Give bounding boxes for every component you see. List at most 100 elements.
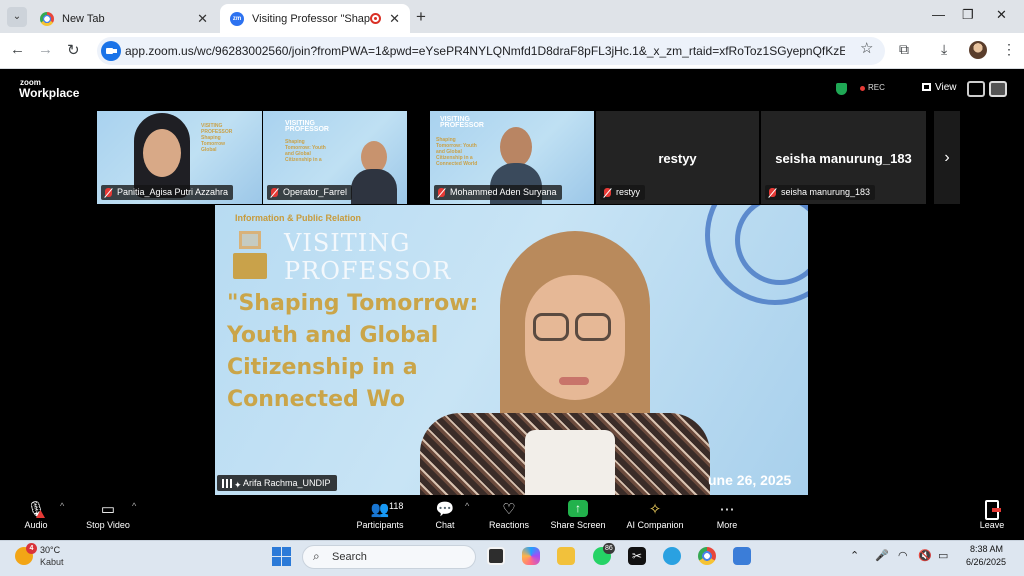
speaker-shirt — [525, 430, 615, 495]
wifi-icon[interactable]: ◠ — [898, 549, 908, 562]
mic-muted-icon — [604, 188, 611, 197]
participant-face — [500, 127, 532, 167]
recording-dot-icon — [860, 86, 865, 91]
active-speaker-name-tag: ✦ Arifa Rachma_UNDIP — [217, 475, 337, 491]
participant-tile[interactable]: VISITING PROFESSOR Shaping Tomorrow: Youth… — [430, 111, 594, 204]
capcut-icon[interactable]: ✂ — [628, 547, 646, 565]
download-icon[interactable]: ⤓ — [941, 41, 947, 58]
fullscreen-icon[interactable] — [989, 81, 1007, 97]
participant-display-name: restyy — [658, 151, 697, 166]
profile-avatar[interactable] — [969, 41, 987, 59]
clock-time[interactable]: 8:38 AM — [970, 544, 1003, 554]
participant-name-tag: seisha manurung_183 — [765, 185, 876, 200]
speaker-glasses — [533, 313, 569, 341]
sparkle-icon: ✧ — [648, 501, 662, 518]
chat-options-caret[interactable]: ^ — [465, 501, 469, 511]
show-hidden-icons-icon[interactable]: ⌃ — [850, 549, 859, 562]
participant-face — [143, 129, 181, 177]
taskbar-search[interactable]: ⌕ Search — [302, 545, 476, 569]
forward-icon[interactable]: → — [38, 41, 53, 58]
chrome-icon — [40, 11, 54, 26]
tab-close-icon[interactable]: ✕ — [389, 11, 400, 27]
pin-icon: ✦ — [234, 480, 242, 490]
recording-label[interactable]: REC — [868, 83, 885, 92]
participant-display-name: seisha manurung_183 — [775, 151, 912, 166]
window-close-icon[interactable]: ✕ — [996, 7, 1007, 23]
microphone-icon[interactable]: 🎤 — [875, 549, 889, 562]
tab-title: Visiting Professor "Shaping — [252, 12, 371, 25]
weather-condition[interactable]: Kabut — [40, 557, 64, 567]
windows-start-icon[interactable] — [272, 547, 291, 566]
audio-options-caret[interactable]: ^ — [60, 501, 64, 511]
telegram-icon[interactable] — [663, 547, 681, 565]
battery-icon[interactable]: ▭ — [938, 549, 948, 562]
mic-muted-icon — [438, 188, 445, 197]
zoom-favicon-icon: zm — [230, 11, 244, 26]
tab-new-tab[interactable]: New Tab ✕ — [30, 4, 218, 33]
zoom-logo-subtitle: Workplace — [19, 86, 80, 100]
view-button[interactable]: View — [935, 82, 957, 93]
stop-video-button[interactable]: ▭ Stop Video — [81, 500, 135, 530]
ai-companion-button[interactable]: ✧ AI Companion — [623, 500, 687, 530]
slide-date: une 26, 2025 — [708, 472, 792, 488]
maximize-icon[interactable]: ❐ — [962, 7, 974, 23]
speaker-lips — [559, 377, 589, 385]
share-screen-icon: ↑ — [568, 500, 588, 517]
bookmark-star-icon[interactable]: ☆ — [860, 39, 873, 57]
mic-muted-icon: 🎙 — [26, 501, 46, 518]
minimize-icon[interactable]: — — [932, 7, 945, 22]
slide-title-line2: PROFESSOR — [284, 257, 452, 285]
mic-muted-icon — [271, 188, 278, 197]
slide-headline: "Shaping Tomorrow: Youth and Global Citi… — [227, 291, 479, 412]
paint-app-icon[interactable] — [733, 547, 751, 565]
copilot-icon[interactable] — [522, 547, 540, 565]
participants-count: 118 — [389, 501, 404, 511]
picture-in-picture-icon[interactable] — [967, 81, 985, 97]
recording-icon — [370, 13, 382, 24]
leave-button[interactable]: Leave — [978, 500, 1006, 530]
gallery-next-button[interactable]: › — [934, 111, 960, 204]
new-tab-button[interactable]: + — [416, 7, 426, 27]
chat-button[interactable]: 💬 Chat — [430, 500, 460, 530]
participant-name-tag: Mohammed Aden Suryana — [434, 185, 562, 200]
tab-search-chevron-icon[interactable]: ⌄ — [7, 7, 27, 27]
reactions-button[interactable]: ♡ Reactions — [487, 500, 531, 530]
reload-icon[interactable]: ↻ — [67, 41, 80, 59]
whatsapp-badge: 86 — [603, 543, 615, 554]
weather-badge: 4 — [26, 543, 37, 554]
site-info-icon[interactable] — [101, 41, 121, 61]
more-button[interactable]: ⋯ More — [712, 500, 742, 530]
participant-video — [351, 169, 397, 204]
tab-close-icon[interactable]: ✕ — [197, 11, 208, 27]
participant-name-tag: Panitia_Agisa Putri Azzahra — [101, 185, 234, 200]
address-bar[interactable]: app.zoom.us/wc/96283002560/join?fromPWA=… — [97, 37, 885, 65]
more-dots-icon: ⋯ — [719, 501, 735, 518]
task-view-icon[interactable] — [487, 547, 505, 565]
mic-muted-icon — [769, 188, 776, 197]
volume-muted-icon[interactable]: 🔇 — [918, 549, 932, 562]
participant-tile[interactable]: VISITING PROFESSOR Shaping Tomorrow Global P… — [97, 111, 262, 204]
file-explorer-icon[interactable] — [557, 547, 575, 565]
back-icon[interactable]: ← — [10, 41, 25, 58]
slide-title-line1: VISITING — [284, 229, 411, 257]
slide-header: Information & Public Relation — [235, 213, 362, 223]
tab-zoom-meeting[interactable]: zm Visiting Professor "Shaping ✕ — [220, 4, 410, 33]
clock-date[interactable]: 6/26/2025 — [966, 557, 1006, 567]
url-text: app.zoom.us/wc/96283002560/join?fromPWA=… — [125, 44, 845, 58]
slide-logo-icon — [233, 231, 267, 279]
video-camera-icon: ▭ — [100, 501, 116, 518]
heart-icon: ♡ — [502, 501, 516, 518]
participant-tile[interactable]: seisha manurung_183 seisha manurung_183 — [761, 111, 926, 204]
extensions-icon[interactable]: ⧉ — [899, 41, 909, 58]
share-screen-button[interactable]: ↑ Share Screen — [549, 500, 607, 530]
chrome-taskbar-icon[interactable] — [698, 547, 716, 565]
signal-bars-icon — [222, 479, 232, 488]
active-speaker-video[interactable]: Information & Public Relation VISITING P… — [215, 205, 808, 495]
audio-button[interactable]: 🎙 Audio — [20, 500, 52, 530]
participant-tile[interactable]: VISITING PROFESSOR Shaping Tomorrow: Youth… — [263, 111, 407, 204]
encryption-shield-icon[interactable] — [836, 83, 847, 95]
browser-menu-icon[interactable]: ⋮ — [1002, 41, 1016, 58]
weather-temperature[interactable]: 30°C — [40, 545, 60, 555]
video-options-caret[interactable]: ^ — [132, 501, 136, 511]
participant-tile[interactable]: restyy restyy — [596, 111, 759, 204]
